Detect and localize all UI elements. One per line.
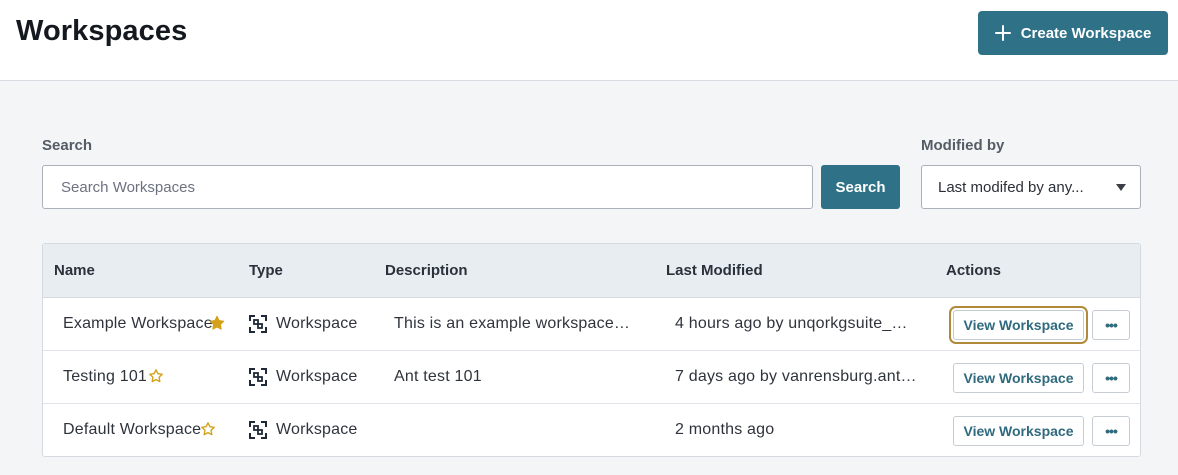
view-workspace-button[interactable]: View Workspace bbox=[953, 310, 1084, 340]
more-horizontal-icon[interactable]: ••• bbox=[1092, 363, 1130, 393]
more-horizontal-icon[interactable]: ••• bbox=[1092, 416, 1130, 446]
workspace-icon bbox=[249, 368, 267, 386]
table-row: Example Workspace Workspace This is an e… bbox=[43, 298, 1140, 351]
workspace-last-modified: 4 hours ago by unqorkgsuite_mik... bbox=[675, 315, 920, 332]
plus-icon bbox=[994, 25, 1011, 41]
column-header-name[interactable]: Name bbox=[54, 262, 95, 279]
table-row: Testing 101 Workspace Ant test 101 7 day… bbox=[43, 351, 1140, 404]
column-header-type[interactable]: Type bbox=[249, 262, 283, 279]
modified-by-select[interactable]: Last modifed by any... bbox=[921, 165, 1141, 209]
workspace-last-modified: 7 days ago by vanrensburg.anth... bbox=[675, 368, 920, 385]
workspace-type: Workspace bbox=[276, 421, 358, 438]
page-title: Workspaces bbox=[16, 15, 188, 47]
create-workspace-button[interactable]: Create Workspace bbox=[978, 11, 1168, 55]
star-outline-icon[interactable] bbox=[200, 421, 216, 437]
workspace-description: This is an example workspace co... bbox=[394, 315, 634, 332]
table-header: Name Type Description Last Modified Acti… bbox=[43, 244, 1140, 298]
workspace-type: Workspace bbox=[276, 368, 358, 385]
search-label: Search bbox=[42, 137, 93, 154]
create-workspace-label: Create Workspace bbox=[1020, 24, 1152, 42]
star-filled-icon[interactable] bbox=[209, 315, 225, 331]
workspace-name: Testing 101 bbox=[63, 368, 148, 385]
column-header-last-modified[interactable]: Last Modified bbox=[666, 262, 763, 279]
modified-by-label: Modified by bbox=[921, 137, 1005, 154]
caret-down-icon bbox=[1116, 184, 1126, 191]
workspace-name: Example Workspace bbox=[63, 315, 213, 332]
top-bar: Workspaces Create Workspace bbox=[0, 0, 1178, 81]
workspace-name: Default Workspace bbox=[63, 421, 202, 438]
workspace-icon bbox=[249, 315, 267, 333]
column-header-description[interactable]: Description bbox=[385, 262, 468, 279]
view-workspace-button[interactable]: View Workspace bbox=[953, 416, 1084, 446]
column-header-actions: Actions bbox=[946, 262, 1002, 279]
more-horizontal-icon[interactable]: ••• bbox=[1092, 310, 1130, 340]
search-button[interactable]: Search bbox=[821, 165, 900, 209]
view-workspace-button[interactable]: View Workspace bbox=[953, 363, 1084, 393]
star-outline-icon[interactable] bbox=[148, 368, 164, 384]
search-input[interactable] bbox=[42, 165, 813, 209]
workspace-icon bbox=[249, 421, 267, 439]
workspace-description: Ant test 101 bbox=[394, 368, 482, 385]
workspaces-table: Name Type Description Last Modified Acti… bbox=[42, 243, 1141, 457]
table-row: Default Workspace Workspace 2 months ago… bbox=[43, 404, 1140, 456]
modified-by-value: Last modifed by any... bbox=[938, 178, 1084, 196]
workspace-type: Workspace bbox=[276, 315, 358, 332]
workspace-last-modified: 2 months ago bbox=[675, 421, 775, 438]
